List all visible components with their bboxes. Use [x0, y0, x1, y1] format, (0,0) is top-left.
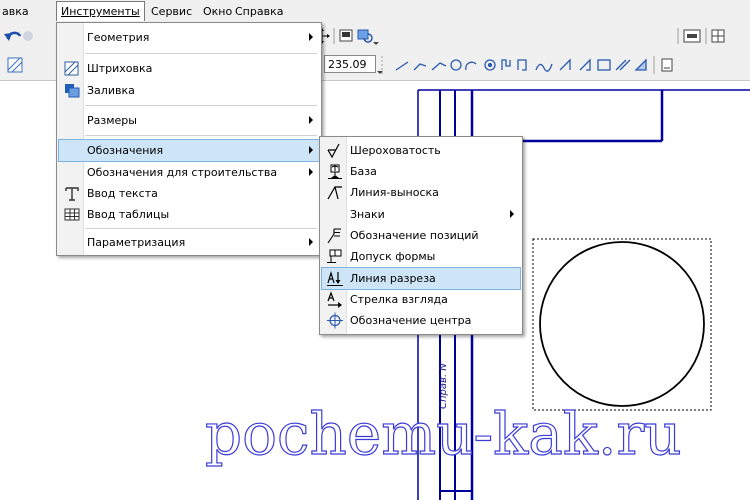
refresh-icon[interactable] [357, 29, 373, 43]
menu-item-label: Линия-выноска [350, 186, 439, 199]
menu-item-label: Ввод текста [87, 187, 158, 200]
menu-help[interactable]: Справка [235, 4, 283, 20]
menu-item-table-input[interactable]: Ввод таблицы [59, 204, 319, 225]
menu-item-hatch[interactable]: Штриховка [59, 58, 319, 79]
submenu-arrow-icon [309, 146, 313, 154]
menu-item-label: Допуск формы [350, 250, 436, 263]
submenu-item-leader-line[interactable]: Линия-выноска [322, 182, 520, 203]
menu-item-label: Линия разреза [350, 272, 436, 285]
menu-window[interactable]: Окно [203, 4, 232, 20]
selection-box[interactable] [532, 238, 712, 411]
designations-submenu: Шероховатость База Линия-выноска Знаки О… [319, 136, 523, 335]
menu-service[interactable]: Сервис [151, 4, 192, 20]
hatch-toolbar-icon[interactable] [7, 57, 23, 73]
section-line-icon [327, 270, 343, 286]
base-icon [328, 164, 342, 179]
menu-item-geometry[interactable]: Геометрия [59, 27, 319, 48]
menu-item-designations[interactable]: Обозначения [58, 139, 320, 162]
submenu-item-roughness[interactable]: Шероховатость [322, 140, 520, 161]
menu-tools[interactable]: Инструменты [56, 1, 145, 21]
menu-item-label: Обозначения для строительства [87, 166, 278, 179]
layout-icon[interactable] [683, 29, 701, 43]
menu-item-construction-designations[interactable]: Обозначения для строительства [59, 162, 319, 183]
scale-field[interactable]: 235.09 [324, 55, 376, 73]
menu-separator [85, 53, 317, 54]
tools-menu: Геометрия Штриховка Заливка Размеры Обоз… [56, 22, 322, 256]
toolbar-dropdown-icon[interactable] [373, 42, 379, 45]
menu-item-label: Заливка [87, 84, 135, 97]
tolerance-icon [327, 249, 342, 263]
menu-separator [85, 228, 317, 229]
menu-item-label: Параметризация [87, 236, 186, 249]
roughness-icon [327, 143, 340, 159]
submenu-item-base[interactable]: База [322, 161, 520, 182]
menu-item-label: Знаки [350, 208, 385, 221]
menu-item-label: Геометрия [87, 31, 150, 44]
fill-icon [65, 84, 80, 98]
submenu-item-section-line[interactable]: Линия разреза [321, 267, 521, 290]
menu-separator [85, 105, 317, 106]
menu-item-fill[interactable]: Заливка [59, 80, 319, 101]
measure-icon[interactable] [661, 58, 673, 72]
menu-tools-label: Инструменты [61, 5, 140, 18]
submenu-arrow-icon [309, 168, 313, 176]
submenu-arrow-icon [309, 116, 313, 124]
table-icon [64, 208, 80, 221]
hatch-icon [64, 61, 79, 76]
grid-icon[interactable] [711, 29, 725, 43]
menu-item-label: Штриховка [87, 62, 153, 75]
menu-item-label: Обозначения [87, 144, 164, 157]
position-icon [327, 228, 341, 244]
center-mark-icon [327, 312, 343, 329]
geometry-toolbar-icons[interactable] [395, 58, 647, 72]
menu-item-label: Шероховатость [350, 144, 441, 157]
scale-value: 235.09 [328, 58, 367, 71]
menu-item-label: Обозначение центра [350, 314, 472, 327]
menu-item-label: База [350, 165, 377, 178]
watermark-text: pochemu-kak.ru [204, 400, 682, 468]
menu-bar: авка Инструменты Сервис Окно Справка [0, 0, 750, 22]
menu-item-label: Обозначение позиций [350, 229, 479, 242]
menu-edit[interactable]: авка [2, 4, 29, 20]
submenu-item-position-designation[interactable]: Обозначение позиций [322, 225, 520, 246]
menu-item-label: Размеры [87, 114, 137, 127]
submenu-item-view-arrow[interactable]: Стрелка взгляда [322, 289, 520, 310]
redo-icon[interactable] [23, 31, 33, 41]
menu-item-label: Ввод таблицы [87, 208, 170, 221]
submenu-arrow-icon [309, 33, 313, 41]
view-arrow-icon [327, 291, 342, 308]
menu-item-parametrization[interactable]: Параметризация [59, 232, 319, 253]
menu-item-label: Стрелка взгляда [350, 293, 448, 306]
submenu-arrow-icon [510, 210, 514, 218]
circle-shape[interactable] [539, 241, 705, 407]
menu-item-text-input[interactable]: Ввод текста [59, 183, 319, 204]
image-icon[interactable] [339, 29, 353, 42]
submenu-item-center-mark[interactable]: Обозначение центра [322, 310, 520, 331]
text-icon [65, 187, 79, 201]
leader-line-icon [327, 186, 342, 200]
submenu-item-form-tolerance[interactable]: Допуск формы [322, 246, 520, 267]
submenu-arrow-icon [309, 238, 313, 246]
menu-separator [85, 135, 317, 136]
menu-item-dimensions[interactable]: Размеры [59, 110, 319, 131]
submenu-item-signs[interactable]: Знаки [322, 204, 520, 225]
undo-icon[interactable] [4, 31, 22, 41]
